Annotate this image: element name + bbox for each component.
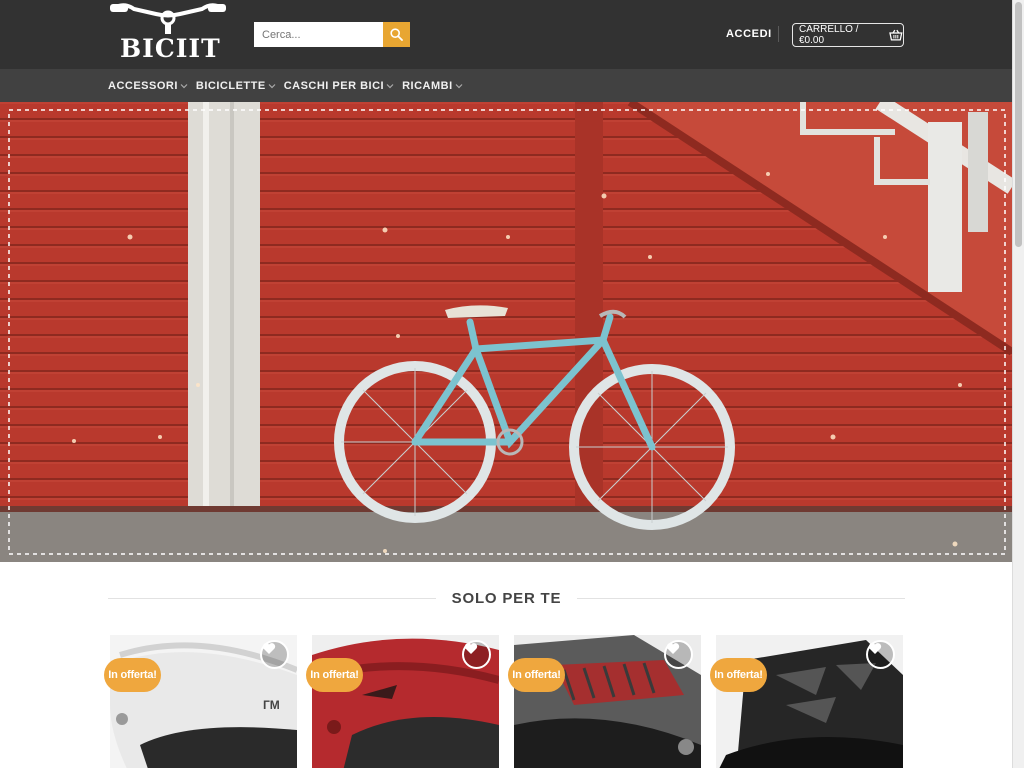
divider-line <box>108 597 436 599</box>
nav-item-biciclette[interactable]: BICICLETTE <box>196 80 276 92</box>
wishlist-button[interactable] <box>462 640 491 669</box>
cart-button[interactable]: CARRELLO / €0.00 <box>792 23 904 47</box>
brand-name: BICIIT <box>120 34 221 63</box>
chevron-down-icon <box>455 83 463 89</box>
site-logo[interactable]: BICIIT <box>108 0 228 66</box>
cart-label: CARRELLO / €0.00 <box>799 24 859 46</box>
section-title: SOLO PER TE <box>451 589 562 607</box>
nav-item-label: CASCHI PER BICI <box>283 79 385 92</box>
page: BICIIT ACCEDI CARRELLO / €0.00 <box>0 0 1024 768</box>
wishlist-button[interactable] <box>260 640 289 669</box>
login-link[interactable]: ACCEDI <box>726 28 772 40</box>
sale-badge: In offerta! <box>306 658 363 692</box>
heart-icon <box>262 643 276 654</box>
nav-item-caschi[interactable]: CASCHI PER BICI <box>284 80 394 92</box>
product-card[interactable] <box>716 635 903 768</box>
product-card[interactable]: ГМ <box>110 635 297 768</box>
sale-badge: In offerta! <box>104 658 161 692</box>
wishlist-button[interactable] <box>664 640 693 669</box>
nav-item-label: ACCESSORI <box>108 79 178 92</box>
search-icon <box>390 28 403 41</box>
sale-badge: In offerta! <box>710 658 767 692</box>
top-header: BICIIT ACCEDI CARRELLO / €0.00 <box>0 0 1012 69</box>
section-header: SOLO PER TE <box>108 587 905 609</box>
hero-banner[interactable] <box>0 102 1012 562</box>
chevron-down-icon <box>386 83 394 89</box>
heart-icon <box>868 643 882 654</box>
nav-item-ricambi[interactable]: RICAMBI <box>402 80 463 92</box>
page-scrollbar[interactable] <box>1012 0 1024 768</box>
search-input[interactable] <box>254 22 383 47</box>
sale-badge: In offerta! <box>508 658 565 692</box>
svg-text:ГМ: ГМ <box>263 698 280 712</box>
product-card[interactable] <box>514 635 701 768</box>
nav-item-label: BICICLETTE <box>195 79 266 92</box>
search-form <box>254 22 410 47</box>
heart-icon <box>464 643 478 654</box>
header-divider <box>778 26 779 42</box>
basket-icon <box>889 29 903 41</box>
nav-item-accessori[interactable]: ACCESSORI <box>108 80 188 92</box>
scrollbar-thumb[interactable] <box>1015 2 1022 247</box>
search-button[interactable] <box>383 22 410 47</box>
wishlist-button[interactable] <box>866 640 895 669</box>
chevron-down-icon <box>180 83 188 89</box>
chevron-down-icon <box>268 83 276 89</box>
heart-icon <box>666 643 680 654</box>
hero-bicycle-image <box>0 102 1012 562</box>
divider-line <box>577 597 905 599</box>
product-card[interactable] <box>312 635 499 768</box>
nav-item-label: RICAMBI <box>402 79 453 92</box>
main-navigation: ACCESSORI BICICLETTE CASCHI PER BICI RIC… <box>0 69 1012 102</box>
